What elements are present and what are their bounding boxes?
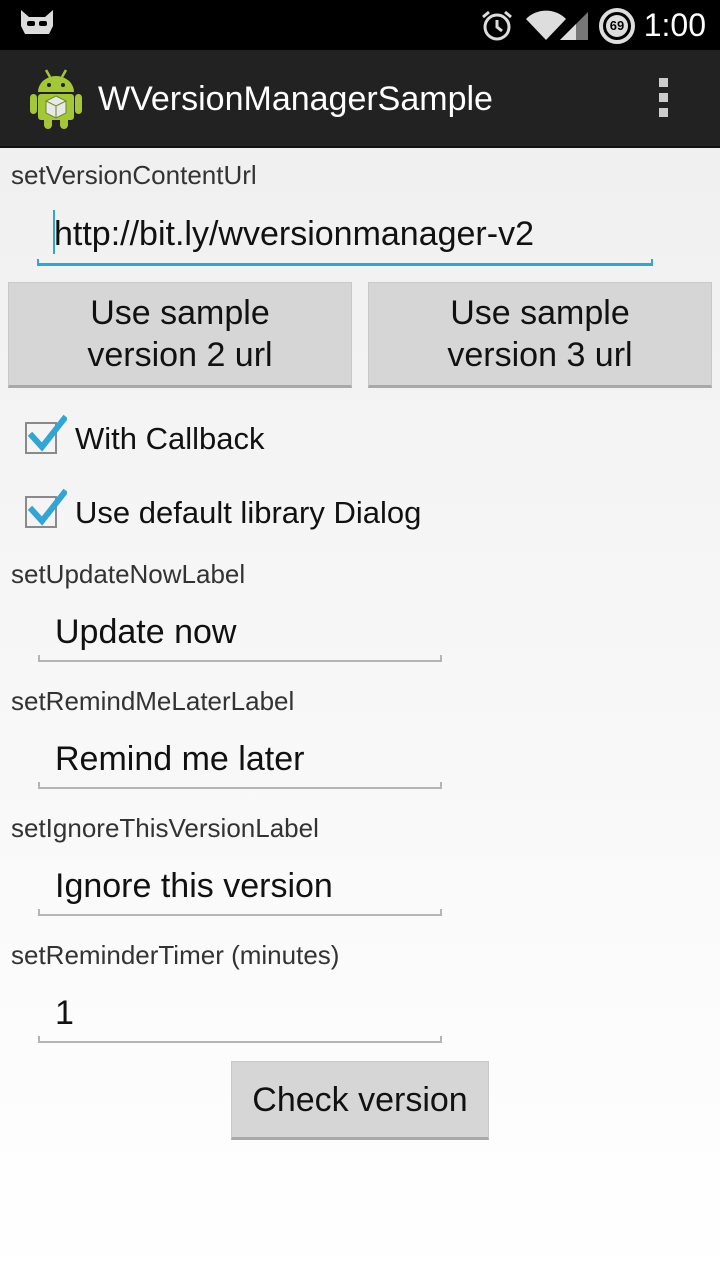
checkmark-icon [27, 414, 69, 459]
version-url-label: setVersionContentUrl [11, 160, 257, 190]
app-title: WVersionManagerSample [98, 80, 493, 118]
remind-later-label: setRemindMeLaterLabel [11, 686, 295, 716]
update-now-label: setUpdateNowLabel [11, 559, 246, 589]
ignore-version-field[interactable]: Ignore this version [38, 866, 442, 916]
action-bar: WVersionManagerSample [0, 50, 720, 148]
cell-signal-icon [560, 10, 590, 45]
update-now-field[interactable]: Update now [38, 612, 442, 662]
main-form: setVersionContentUrl http://bit.ly/wvers… [0, 148, 720, 1280]
version-url-field[interactable]: http://bit.ly/wversionmanager-v2 [37, 210, 653, 266]
battery-level: 69 [609, 18, 625, 33]
reminder-timer-label: setReminderTimer (minutes) [11, 940, 340, 970]
remind-later-field[interactable]: Remind me later [38, 739, 442, 789]
reminder-timer-field[interactable]: 1 [38, 993, 442, 1043]
sample-v3-button[interactable]: Use sample version 3 url [368, 282, 712, 388]
cyanogen-mascot-icon [18, 8, 56, 45]
clock: 1:00 [643, 7, 706, 43]
battery-icon: 69 [598, 7, 636, 50]
status-bar: 69 1:00 [0, 0, 720, 50]
alarm-icon [480, 9, 514, 48]
ignore-version-label: setIgnoreThisVersionLabel [11, 813, 319, 843]
checkmark-icon [27, 488, 69, 533]
app-android-icon[interactable] [28, 68, 84, 135]
check-version-button[interactable]: Check version [231, 1061, 489, 1140]
sample-v2-button[interactable]: Use sample version 2 url [8, 282, 352, 388]
overflow-menu-icon[interactable] [650, 74, 678, 122]
